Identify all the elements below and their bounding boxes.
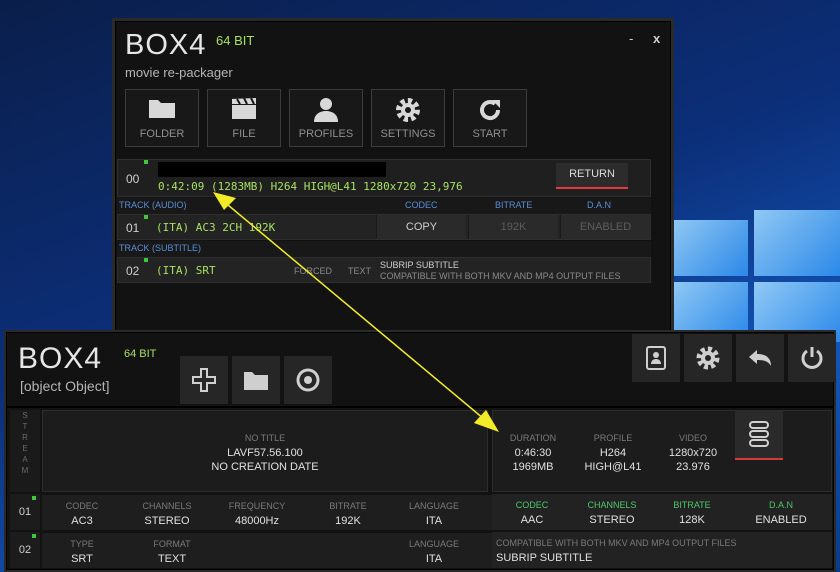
annotation-arrow — [213, 192, 499, 432]
arrowhead-start-icon — [213, 192, 236, 210]
